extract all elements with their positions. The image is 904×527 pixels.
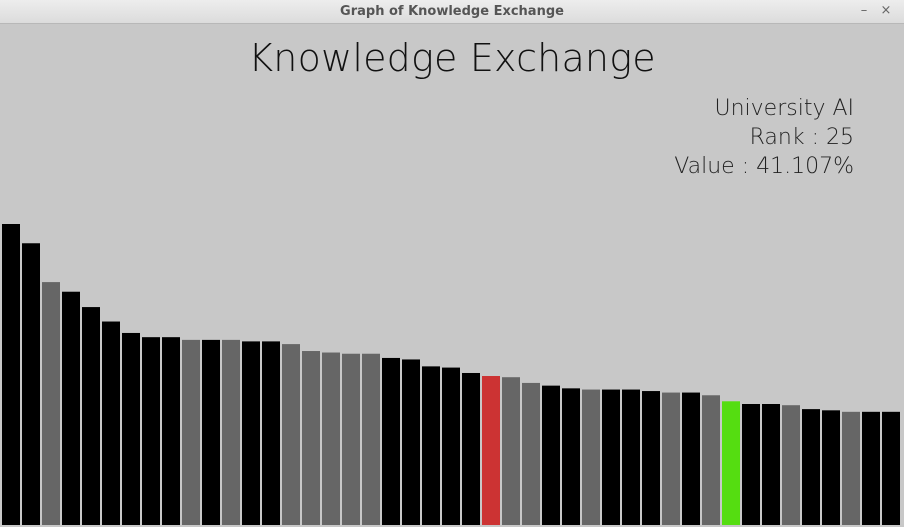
bar[interactable] [362, 353, 380, 525]
bar[interactable] [702, 395, 720, 525]
bar[interactable] [502, 377, 520, 525]
bar[interactable] [482, 376, 500, 525]
bar[interactable] [202, 339, 220, 525]
bar[interactable] [302, 351, 320, 525]
bar[interactable] [622, 389, 640, 525]
bar[interactable] [522, 382, 540, 525]
bar[interactable] [62, 291, 80, 525]
bar[interactable] [82, 307, 100, 525]
bar[interactable] [382, 357, 400, 525]
bar[interactable] [842, 411, 860, 525]
bar[interactable] [422, 366, 440, 525]
bar[interactable] [122, 332, 140, 525]
bar-selected[interactable] [722, 401, 740, 525]
bar[interactable] [782, 405, 800, 525]
title-bar[interactable]: Graph of Knowledge Exchange – × [0, 0, 904, 24]
bar[interactable] [322, 352, 340, 525]
bar[interactable] [682, 392, 700, 525]
bar[interactable] [462, 372, 480, 525]
bar[interactable] [2, 224, 20, 525]
bar[interactable] [22, 243, 40, 525]
chart-canvas: Knowledge Exchange University AI Rank : … [2, 24, 902, 525]
bar[interactable] [742, 403, 760, 525]
bar[interactable] [282, 344, 300, 525]
bar[interactable] [182, 339, 200, 525]
chart-title: Knowledge Exchange [248, 36, 656, 80]
window-title: Graph of Knowledge Exchange [340, 4, 564, 19]
bar[interactable] [762, 403, 780, 525]
bar[interactable] [582, 389, 600, 525]
minimize-button[interactable]: – [856, 3, 872, 19]
bar[interactable] [822, 410, 840, 525]
bar[interactable] [162, 337, 180, 525]
bar[interactable] [142, 337, 160, 525]
bar[interactable] [42, 282, 60, 525]
selected-name: University AI [714, 96, 854, 121]
bar[interactable] [342, 353, 360, 525]
bar[interactable] [562, 388, 580, 525]
bar[interactable] [242, 341, 260, 525]
bar[interactable] [222, 339, 240, 525]
bar[interactable] [642, 391, 660, 525]
selected-rank: Rank : 25 [749, 125, 854, 150]
selected-value: Value : 41.107% [674, 154, 854, 179]
bar[interactable] [102, 321, 120, 525]
bar[interactable] [542, 385, 560, 525]
bar[interactable] [442, 367, 460, 525]
bar[interactable] [882, 411, 900, 525]
app-window: Graph of Knowledge Exchange – × Knowledg… [0, 0, 904, 527]
close-button[interactable]: × [878, 3, 894, 19]
bar[interactable] [862, 411, 880, 525]
bar[interactable] [602, 389, 620, 525]
bar[interactable] [262, 341, 280, 525]
bar[interactable] [802, 409, 820, 525]
bar[interactable] [662, 392, 680, 525]
selection-info-panel: University AI Rank : 25 Value : 41.107% [674, 94, 854, 181]
bar[interactable] [402, 359, 420, 525]
